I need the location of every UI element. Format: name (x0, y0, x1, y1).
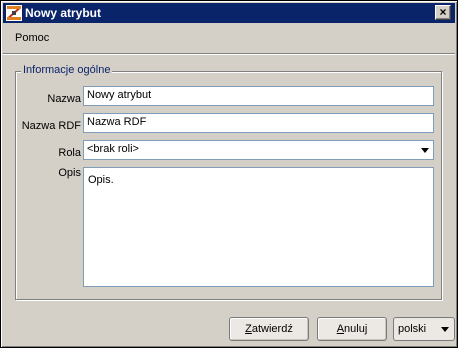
role-select[interactable]: <brak roli> (83, 140, 434, 160)
confirm-label: atwierdź (251, 323, 293, 335)
description-textarea[interactable]: Opis. (83, 167, 434, 287)
language-select[interactable]: polski (393, 317, 455, 341)
description-value: Opis. (88, 174, 114, 186)
language-select-value: polski (398, 323, 427, 335)
name-field[interactable]: Nowy atrybut (83, 86, 434, 106)
confirm-button[interactable]: Zatwierdź (229, 317, 309, 341)
menu-bar: Pomoc (3, 23, 455, 53)
app-logo-icon (6, 5, 22, 21)
cancel-mnemonic: A (336, 323, 345, 335)
chevron-down-icon[interactable] (419, 143, 431, 157)
role-label: Rola (58, 147, 81, 159)
dialog-window: Nowy atrybut × Pomoc Informacje ogólne N… (0, 0, 458, 348)
menu-separator (3, 53, 455, 55)
role-select-value: <brak roli> (87, 143, 139, 155)
chevron-down-icon[interactable] (439, 323, 451, 335)
window-title: Nowy atrybut (25, 6, 102, 20)
rdf-name-label: Nazwa RDF (21, 120, 81, 132)
name-field-value: Nowy atrybut (87, 89, 152, 101)
group-legend: Informacje ogólne (21, 64, 113, 76)
cancel-label: nuluj (344, 323, 368, 335)
close-button[interactable]: × (435, 5, 451, 20)
rdf-name-field[interactable]: Nazwa RDF (83, 113, 434, 133)
menu-item-help[interactable]: Pomoc (15, 32, 49, 44)
confirm-mnemonic: Z (245, 323, 252, 335)
rdf-name-field-value: Nazwa RDF (87, 116, 147, 128)
name-label: Nazwa (47, 93, 81, 105)
close-icon: × (439, 5, 447, 19)
description-label: Opis (58, 167, 81, 179)
title-bar[interactable]: Nowy atrybut × (3, 3, 455, 23)
cancel-button[interactable]: Anuluj (317, 317, 387, 341)
